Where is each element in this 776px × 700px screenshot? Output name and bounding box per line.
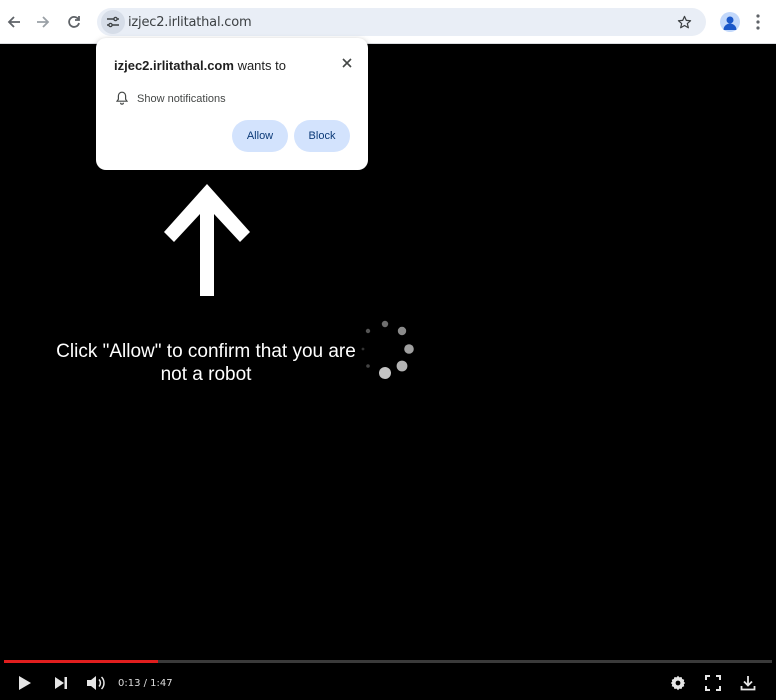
- time-display: 0:13 / 1:47: [118, 678, 173, 689]
- back-arrow-icon[interactable]: [2, 10, 26, 34]
- permission-label: Show notifications: [137, 93, 226, 105]
- volume-icon[interactable]: [85, 672, 107, 694]
- bell-icon: [115, 91, 129, 105]
- download-icon[interactable]: [737, 672, 759, 694]
- address-bar[interactable]: izjec2.irlitathal.com: [97, 8, 706, 36]
- notification-permission-popup: izjec2.irlitathal.com wants to Show noti…: [96, 38, 368, 170]
- url-text[interactable]: izjec2.irlitathal.com: [128, 15, 252, 30]
- more-menu-icon[interactable]: [752, 12, 764, 32]
- popup-site: izjec2.irlitathal.com: [114, 58, 234, 73]
- next-icon[interactable]: [50, 672, 72, 694]
- up-arrow-icon: [164, 184, 250, 296]
- block-button[interactable]: Block: [294, 120, 350, 152]
- robot-check-message: Click "Allow" to confirm that you are no…: [56, 341, 356, 385]
- forward-arrow-icon[interactable]: [31, 10, 55, 34]
- close-icon[interactable]: [340, 56, 354, 70]
- progress-bar[interactable]: [4, 660, 772, 663]
- popup-wants-to: wants to: [237, 58, 286, 73]
- play-icon[interactable]: [14, 672, 36, 694]
- bookmark-star-icon[interactable]: [674, 12, 694, 32]
- site-info-icon[interactable]: [101, 10, 125, 34]
- reload-icon[interactable]: [62, 10, 86, 34]
- progress-fill: [4, 660, 158, 663]
- allow-button[interactable]: Allow: [232, 120, 288, 152]
- popup-title: izjec2.irlitathal.com wants to: [114, 58, 286, 73]
- loading-spinner-icon: [361, 320, 414, 379]
- settings-icon[interactable]: [667, 672, 689, 694]
- profile-icon[interactable]: [720, 12, 740, 32]
- fullscreen-icon[interactable]: [702, 672, 724, 694]
